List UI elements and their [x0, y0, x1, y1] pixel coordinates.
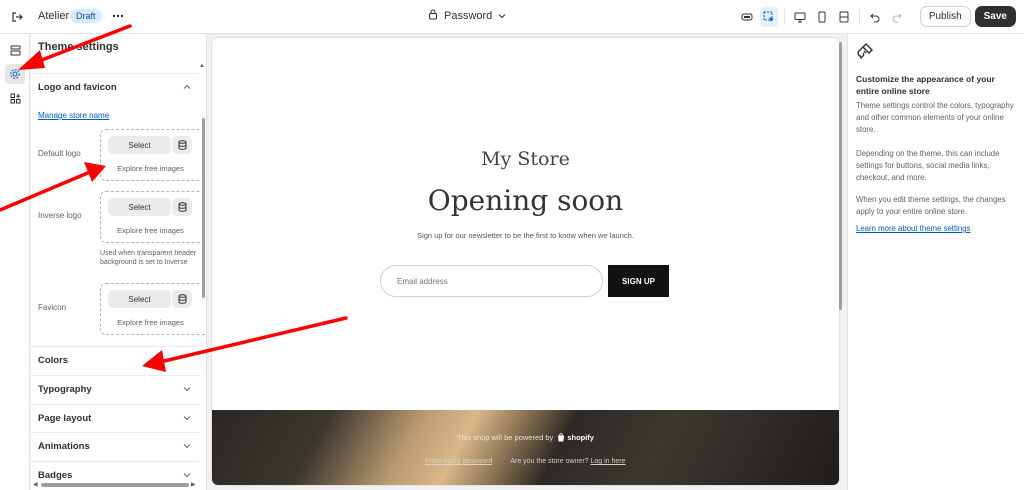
manage-store-name-link[interactable]: Manage store name	[38, 111, 109, 120]
save-button[interactable]: Save	[974, 6, 1016, 27]
paint-brush-icon	[856, 42, 874, 60]
undo-icon[interactable]	[866, 7, 884, 27]
inverse-logo-help-text: Used when transparent header background …	[100, 250, 197, 266]
database-icon[interactable]	[172, 136, 192, 154]
redo-icon[interactable]	[888, 7, 906, 27]
newsletter-text: Sign up for our newsletter to be the fir…	[417, 231, 634, 240]
app-embeds-icon[interactable]	[5, 88, 25, 108]
section-page-layout[interactable]: Page layout	[31, 404, 199, 432]
powered-by-line: This shop will be powered by shopify	[212, 433, 839, 442]
theme-settings-icon[interactable]	[5, 64, 25, 84]
email-placeholder: Email address	[397, 276, 448, 286]
top-bar: Atelier Draft Password Publish Save	[0, 0, 1024, 34]
info-panel: Customize the appearance of your entire …	[847, 34, 1024, 490]
section-title: Badges	[38, 470, 73, 481]
scroll-up-arrow-icon[interactable]: ▲	[199, 63, 205, 69]
explore-free-images-link[interactable]: Explore free images	[101, 226, 200, 235]
theme-name: Atelier	[38, 10, 70, 22]
sign-up-button[interactable]: SIGN UP	[608, 265, 669, 297]
info-title: Customize the appearance of your entire …	[856, 74, 995, 96]
horizontal-scrollbar[interactable]	[41, 483, 189, 487]
vertical-scrollbar[interactable]	[202, 118, 205, 298]
page-selector-label: Password	[444, 10, 493, 22]
section-title: Typography	[38, 384, 92, 395]
powered-by-text: This shop will be powered by	[457, 433, 554, 442]
select-image-button[interactable]: Select	[108, 198, 171, 216]
sections-icon[interactable]	[5, 40, 25, 60]
section-logo-favicon[interactable]: Logo and favicon	[31, 73, 199, 101]
login-link[interactable]: Log in here	[591, 458, 626, 465]
store-preview: My Store Opening soon Sign up for our ne…	[212, 38, 839, 485]
chevron-down-icon	[183, 384, 191, 395]
database-icon[interactable]	[172, 290, 192, 308]
database-icon[interactable]	[172, 198, 192, 216]
left-rail	[0, 34, 30, 490]
default-logo-label: Default logo	[38, 149, 81, 158]
divider	[783, 8, 785, 25]
mobile-icon[interactable]	[813, 7, 831, 27]
favicon-label: Favicon	[38, 303, 67, 312]
inspector-icon[interactable]	[738, 7, 756, 27]
divider	[858, 8, 860, 25]
owner-question: Are you the store owner?	[510, 458, 589, 465]
explore-free-images-link[interactable]: Explore free images	[101, 164, 200, 173]
select-image-button[interactable]: Select	[108, 290, 171, 308]
section-animations[interactable]: Animations	[31, 432, 199, 460]
status-badge: Draft	[70, 9, 102, 23]
learn-more-link[interactable]: Learn more about theme settings	[856, 224, 970, 233]
default-logo-picker: Select Explore free images	[100, 129, 206, 181]
lock-icon	[428, 9, 438, 23]
select-image-button[interactable]: Select	[108, 136, 171, 154]
chevron-down-icon	[183, 470, 191, 481]
email-input[interactable]: Email address	[380, 265, 603, 297]
select-element-icon[interactable]	[759, 6, 778, 27]
section-title: Colors	[38, 355, 69, 366]
scroll-right-arrow-icon[interactable]: ▶	[191, 481, 196, 488]
full-width-icon[interactable]	[835, 7, 853, 27]
inverse-logo-picker: Select Explore free images	[100, 191, 206, 243]
publish-button[interactable]: Publish	[919, 6, 971, 27]
chevron-down-icon	[183, 441, 191, 452]
explore-free-images-link[interactable]: Explore free images	[101, 318, 200, 327]
section-title: Logo and favicon	[38, 82, 117, 93]
password-footer: This shop will be powered by shopify Ent…	[212, 410, 839, 485]
preview-scrollbar[interactable]	[839, 42, 842, 310]
theme-settings-panel: Theme settings ▲ Logo and favicon Manage…	[31, 34, 207, 490]
info-paragraph: When you edit theme settings, the change…	[856, 195, 1006, 216]
favicon-picker: Select Explore free images	[100, 283, 206, 335]
footer-links: Enter using password Are you the store o…	[425, 458, 626, 465]
section-title: Page layout	[38, 413, 92, 424]
info-paragraph: Theme settings control the colors, typog…	[856, 101, 1014, 134]
chevron-up-icon	[183, 82, 191, 93]
info-paragraph: Depending on the theme, this can include…	[856, 149, 1000, 182]
store-name: My Store	[481, 148, 570, 170]
section-title: Animations	[38, 441, 90, 452]
chevron-down-icon	[183, 413, 191, 424]
page-heading: Opening soon	[427, 184, 624, 217]
exit-icon[interactable]	[8, 8, 26, 26]
panel-title: Theme settings	[38, 41, 119, 53]
scroll-left-arrow-icon[interactable]: ◀	[33, 481, 38, 488]
inverse-logo-label: Inverse logo	[38, 211, 82, 220]
section-colors[interactable]: Colors	[31, 346, 199, 374]
enter-password-link[interactable]: Enter using password	[425, 458, 492, 465]
shopify-logo: shopify	[557, 433, 594, 442]
shopify-bag-icon	[558, 433, 565, 442]
desktop-icon[interactable]	[791, 7, 809, 27]
section-typography[interactable]: Typography	[31, 375, 199, 403]
chevron-down-icon	[498, 10, 506, 22]
shopify-wordmark: shopify	[567, 433, 594, 442]
page-selector[interactable]: Password	[428, 9, 506, 23]
more-icon[interactable]	[110, 8, 126, 24]
